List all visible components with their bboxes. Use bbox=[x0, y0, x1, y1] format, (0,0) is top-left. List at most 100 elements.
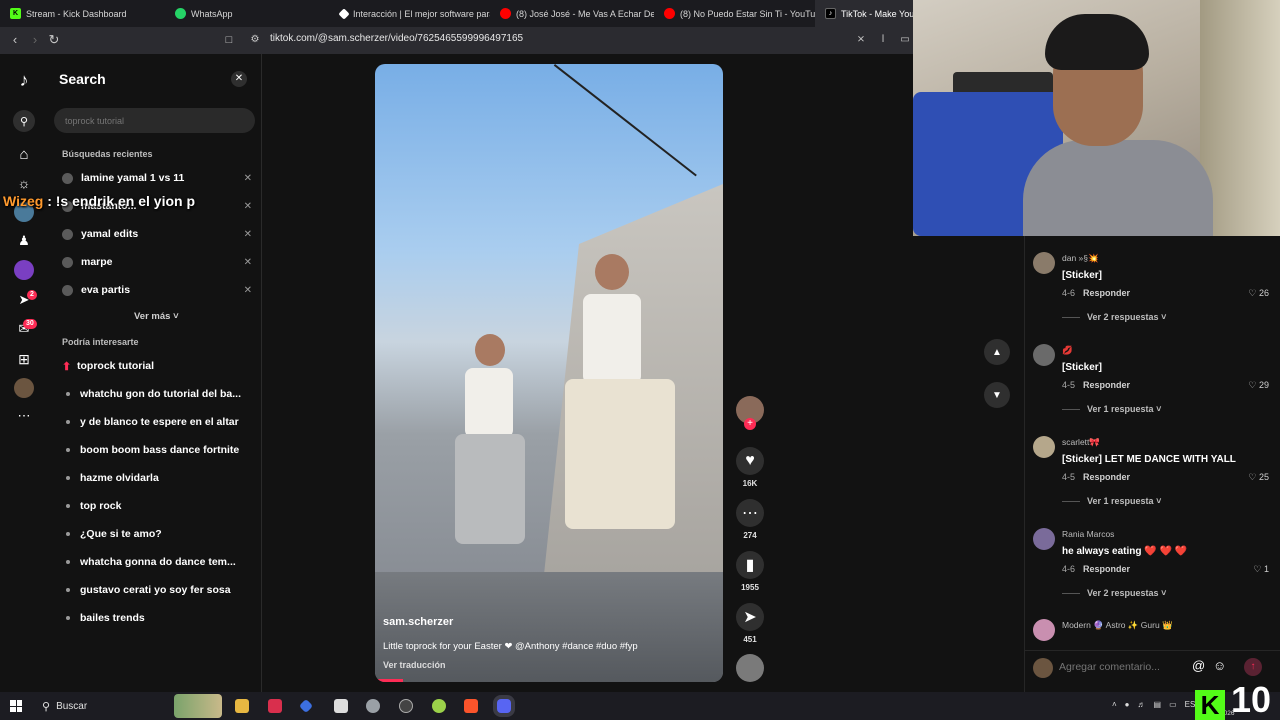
suggestion-item[interactable]: whatcha gonna do dance tem... bbox=[62, 553, 252, 571]
comment-user[interactable]: dan »§💥 bbox=[1062, 253, 1099, 264]
close-icon[interactable]: ✕ bbox=[231, 71, 247, 87]
avatar[interactable] bbox=[1033, 252, 1055, 274]
network-icon[interactable]: ▤ bbox=[1154, 700, 1162, 709]
live-icon[interactable] bbox=[14, 260, 34, 280]
next-video-button[interactable]: ▼ bbox=[984, 382, 1010, 408]
app-icon[interactable] bbox=[432, 699, 446, 713]
search-icon[interactable]: ⚲ bbox=[13, 110, 35, 132]
previous-video-button[interactable]: ▲ bbox=[984, 339, 1010, 365]
like-button[interactable]: ♥ 16K bbox=[736, 447, 764, 488]
share-button[interactable]: ➤ 451 bbox=[736, 603, 764, 644]
tiktok-logo-icon[interactable]: ♪ bbox=[14, 70, 34, 90]
remove-icon[interactable]: ✕ bbox=[244, 229, 252, 240]
save-button[interactable]: ▮ 1955 bbox=[736, 551, 764, 592]
recent-search-item[interactable]: eva partis ✕ bbox=[62, 281, 252, 299]
creator-avatar[interactable]: + bbox=[736, 396, 764, 430]
view-replies-button[interactable]: Ver 2 respuestas ˅ bbox=[1062, 312, 1166, 322]
see-more-button[interactable]: Ver más ˅ bbox=[134, 311, 179, 322]
brave-icon[interactable] bbox=[464, 699, 478, 713]
remove-icon[interactable]: ✕ bbox=[244, 257, 252, 268]
avatar[interactable] bbox=[1033, 436, 1055, 458]
remove-icon[interactable]: ✕ bbox=[244, 285, 252, 296]
app-icon[interactable] bbox=[268, 699, 282, 713]
suggestion-item[interactable]: ⬆ toprock tutorial bbox=[62, 357, 252, 375]
tab-youtube-no-puedo[interactable]: (8) No Puedo Estar Sin Ti - YouTube bbox=[654, 0, 815, 27]
follow-plus-icon[interactable]: + bbox=[744, 418, 756, 430]
comment-user[interactable]: scarlett🎀 bbox=[1062, 437, 1100, 448]
suggestion-item[interactable]: top rock bbox=[62, 497, 252, 515]
file-explorer-icon[interactable] bbox=[235, 699, 249, 713]
back-icon[interactable]: ‹ bbox=[6, 31, 24, 49]
upload-icon[interactable]: ⊞ bbox=[14, 349, 34, 369]
video-username[interactable]: sam.scherzer bbox=[383, 616, 453, 628]
comment-like-button[interactable]: ♡ 25 bbox=[1248, 472, 1269, 483]
suggestion-item[interactable]: gustavo cerati yo soy fer sosa bbox=[62, 581, 252, 599]
avatar[interactable] bbox=[1033, 619, 1055, 641]
windows-start-icon[interactable] bbox=[10, 700, 22, 712]
volume-icon[interactable]: ♬ bbox=[1138, 700, 1146, 709]
tab-kick-dashboard[interactable]: K Stream - Kick Dashboard bbox=[0, 0, 165, 27]
chevron-up-icon[interactable]: ˄ bbox=[1112, 700, 1117, 709]
video-player[interactable]: sam.scherzer Little toprock for your Eas… bbox=[375, 64, 723, 682]
music-disc[interactable] bbox=[736, 654, 764, 682]
view-replies-button[interactable]: Ver 1 respuesta ˅ bbox=[1062, 404, 1161, 414]
bookmark-icon[interactable]: □ bbox=[220, 31, 238, 49]
explore-icon[interactable]: ☼ bbox=[14, 173, 34, 193]
remove-icon[interactable]: ✕ bbox=[244, 201, 252, 212]
reply-button[interactable]: Responder bbox=[1083, 288, 1130, 298]
comment-user[interactable]: Modern 🔮 Astro ✨ Guru 👑 bbox=[1062, 620, 1173, 631]
app-icon[interactable] bbox=[334, 699, 348, 713]
comment-like-button[interactable]: ♡ 29 bbox=[1248, 380, 1269, 391]
translate-icon[interactable]: ا bbox=[874, 31, 892, 49]
search-input[interactable] bbox=[54, 108, 255, 133]
view-replies-button[interactable]: Ver 2 respuestas ˅ bbox=[1062, 588, 1166, 598]
reply-button[interactable]: Responder bbox=[1083, 380, 1130, 390]
suggestion-item[interactable]: hazme olvidarla bbox=[62, 469, 252, 487]
trending-up-icon: ⬆ bbox=[62, 360, 72, 373]
friends-icon[interactable]: ♟ bbox=[14, 231, 34, 251]
app-icon[interactable] bbox=[366, 699, 380, 713]
reply-button[interactable]: Responder bbox=[1083, 472, 1130, 482]
profile-avatar-icon[interactable] bbox=[14, 378, 34, 398]
tab-tiktok[interactable]: ♪ TikTok - Make You bbox=[815, 0, 915, 27]
no-audio-icon[interactable]: ⨯ bbox=[852, 31, 870, 49]
recent-search-item[interactable]: yamal edits ✕ bbox=[62, 225, 252, 243]
obs-icon[interactable] bbox=[399, 699, 413, 713]
comment-button[interactable]: ⋯ 274 bbox=[736, 499, 764, 540]
tab-youtube-jose-jose[interactable]: (8) José José - Me Vas A Echar De M: bbox=[490, 0, 654, 27]
site-info-icon[interactable]: ⚙ bbox=[246, 31, 264, 49]
microphone-icon[interactable]: ● bbox=[1125, 700, 1130, 709]
translate-link[interactable]: Ver traducción bbox=[383, 660, 446, 670]
suggestion-item[interactable]: bailes trends bbox=[62, 609, 252, 627]
weather-widget-icon[interactable] bbox=[174, 694, 222, 718]
home-icon[interactable]: ⌂ bbox=[14, 144, 34, 164]
avatar[interactable] bbox=[1033, 528, 1055, 550]
emoji-icon[interactable]: ☺ bbox=[1213, 658, 1226, 673]
forward-icon[interactable]: › bbox=[26, 31, 44, 49]
more-icon[interactable]: ⋯ bbox=[14, 406, 34, 426]
suggestion-label: ¿Que si te amo? bbox=[80, 528, 162, 540]
screen-icon[interactable]: ▭ bbox=[896, 31, 914, 49]
comment-user[interactable]: 💋 bbox=[1062, 345, 1073, 356]
suggestion-item[interactable]: y de blanco te espere en el altar bbox=[62, 413, 252, 431]
comment-like-button[interactable]: ♡ 1 bbox=[1253, 564, 1269, 575]
video-progress-bar[interactable] bbox=[375, 679, 403, 682]
tab-interaccion[interactable]: Interacción | El mejor software para : bbox=[330, 0, 490, 27]
comment-user[interactable]: Rania Marcos bbox=[1062, 529, 1114, 539]
suggestion-item[interactable]: whatchu gon do tutorial del ba... bbox=[62, 385, 252, 403]
url-field[interactable]: tiktok.com/@sam.scherzer/video/762546559… bbox=[270, 33, 523, 44]
remove-icon[interactable]: ✕ bbox=[244, 173, 252, 184]
reply-button[interactable]: Responder bbox=[1083, 564, 1130, 574]
discord-icon[interactable] bbox=[497, 699, 511, 713]
suggestion-item[interactable]: boom boom bass dance fortnite bbox=[62, 441, 252, 459]
reload-icon[interactable]: ↻ bbox=[45, 31, 63, 49]
mention-icon[interactable]: @ bbox=[1192, 658, 1205, 673]
suggestion-item[interactable]: ¿Que si te amo? bbox=[62, 525, 252, 543]
avatar[interactable] bbox=[1033, 344, 1055, 366]
comment-like-button[interactable]: ♡ 26 bbox=[1248, 288, 1269, 299]
recent-search-item[interactable]: marpe ✕ bbox=[62, 253, 252, 271]
recent-search-item[interactable]: lamine yamal 1 vs 11 ✕ bbox=[62, 169, 252, 187]
tab-whatsapp[interactable]: WhatsApp bbox=[165, 0, 330, 27]
view-replies-button[interactable]: Ver 1 respuesta ˅ bbox=[1062, 496, 1161, 506]
battery-icon[interactable]: ▭ bbox=[1169, 700, 1177, 709]
